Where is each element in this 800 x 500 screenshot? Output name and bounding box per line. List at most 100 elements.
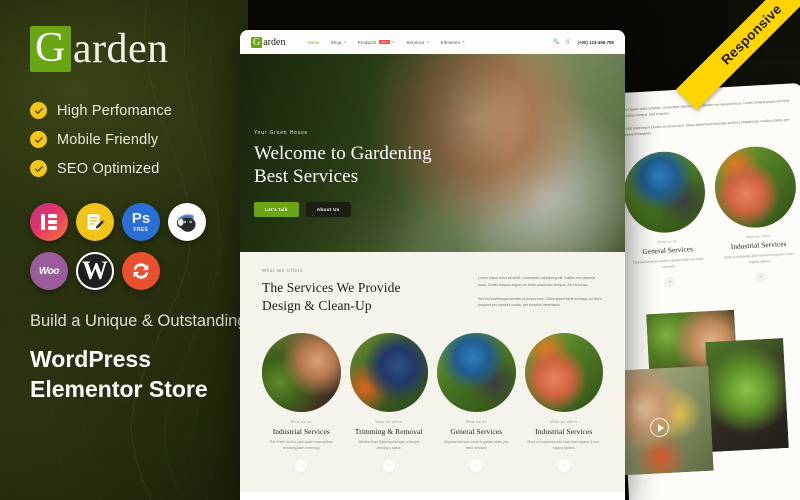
preview-stage: Garden High Perfomance Mobile Friendly S… <box>0 0 800 500</box>
chevron-down-icon: ▼ <box>426 39 430 44</box>
site-logo-initial: G <box>251 36 263 48</box>
check-icon <box>30 102 47 119</box>
cart-icon[interactable]: 🛒 <box>565 39 571 45</box>
promo-logo-rest: arden <box>72 26 169 72</box>
service-title: Industrial Services <box>272 426 330 436</box>
feature-label: Mobile Friendly <box>57 131 159 148</box>
nav-label: Products <box>357 39 377 45</box>
contact-phone[interactable]: (+00) 123-456-789 <box>577 40 614 45</box>
arrow-right-icon[interactable]: → <box>470 459 483 472</box>
promo-tagline: Build a Unique & Outstanding WordPress E… <box>30 310 248 404</box>
service-description: Disposal services come in garden when yo… <box>633 256 704 269</box>
wordpress-label: W <box>82 256 108 285</box>
service-card[interactable]: What we do Industrial Services The Green… <box>262 333 341 472</box>
services-eyebrow: What We Offers <box>262 268 303 273</box>
photoshop-badge: Ps FREE <box>122 203 160 241</box>
nav-item-elements[interactable]: Elements ▼ <box>441 40 466 45</box>
services-title: The Services We Provide Design & Clean-U… <box>262 279 452 315</box>
feature-label: SEO Optimized <box>57 160 160 177</box>
service-card[interactable]: What we do General Services Disposal ser… <box>621 149 710 290</box>
feature-item: High Perfomance <box>30 102 248 119</box>
service-eyebrow: What we offers <box>550 419 578 424</box>
service-title: Industrial Services <box>535 426 593 436</box>
arrow-right-icon[interactable]: → <box>295 459 308 472</box>
hero-section: Your Green House Welcome to Gardening Be… <box>240 54 625 252</box>
elementor-badge <box>30 203 68 241</box>
lower-section <box>240 491 625 500</box>
service-eyebrow: What we do <box>290 419 312 424</box>
service-eyebrow: What we do <box>465 419 487 424</box>
service-description: Whether from lightning damage, or simply… <box>358 439 420 450</box>
service-thumbnail <box>524 333 603 412</box>
photoshop-free-label: FREE <box>133 227 149 233</box>
service-card[interactable]: What we do General Services Disposal ser… <box>437 333 516 472</box>
site-nav-actions: 🔍 🛒 (+00) 123-456-789 <box>553 39 614 45</box>
main-page-preview[interactable]: Garden Home Shop ▼ Products HOT ▼ Servic… <box>240 30 625 500</box>
lets-talk-button[interactable]: Let's talk <box>254 201 299 217</box>
services-paragraph: Lorem ipsum dolor sit amet, consectetur … <box>478 276 596 287</box>
about-us-button[interactable]: About Us <box>305 201 351 217</box>
service-card-grid: What we do Industrial Services The Green… <box>262 333 603 472</box>
photoshop-label: Ps <box>131 210 151 227</box>
service-card[interactable]: What we offers Trimming & Removal Whethe… <box>349 333 428 472</box>
service-card[interactable]: What we offers Industrial Services Most … <box>524 333 603 472</box>
plugin-badges-row-1: Ps FREE <box>30 203 248 241</box>
nav-label: Elements <box>440 39 461 45</box>
mailchimp-badge <box>168 203 206 241</box>
feature-item: SEO Optimized <box>30 160 248 177</box>
chevron-down-icon: ▼ <box>392 39 396 44</box>
site-nav-menu: Home Shop ▼ Products HOT ▼ Services ▼ El… <box>307 40 465 45</box>
services-paragraph: Sed est scelerisque lobortis at cursus e… <box>478 296 602 308</box>
feature-list: High Perfomance Mobile Friendly SEO Opti… <box>30 102 248 177</box>
service-card[interactable]: What we offers Industrial Services Most … <box>712 144 800 285</box>
service-title: Industrial Services <box>730 240 787 252</box>
service-description: Most of companies also have both organic… <box>527 439 600 450</box>
check-icon <box>30 131 47 148</box>
arrow-right-icon[interactable]: → <box>754 271 767 284</box>
site-logo-rest: arden <box>263 36 286 48</box>
service-eyebrow: What we offers <box>375 419 403 424</box>
chevron-down-icon: ▼ <box>343 39 347 44</box>
service-title: General Services <box>642 245 694 257</box>
wordpress-badge: W <box>76 252 114 290</box>
back-page-service-cards: What we do General Services Disposal ser… <box>609 134 800 291</box>
service-title: Trimming & Removal <box>354 426 423 436</box>
woocommerce-badge: Woo <box>30 252 68 290</box>
hero-title: Welcome to Gardening Best Services <box>254 143 432 189</box>
promo-logo-initial: G <box>30 26 71 72</box>
hot-badge: HOT <box>379 40 391 44</box>
feature-item: Mobile Friendly <box>30 131 248 148</box>
service-description: Disposal services come in garden when yo… <box>444 439 509 450</box>
arrow-right-icon[interactable]: → <box>557 459 570 472</box>
updates-badge <box>122 252 160 290</box>
feature-label: High Perfomance <box>57 102 173 119</box>
nav-item-products[interactable]: Products HOT ▼ <box>358 40 396 45</box>
services-title-line-2: Design & Clean-Up <box>262 297 372 313</box>
service-thumbnail <box>621 149 708 236</box>
nav-item-shop[interactable]: Shop ▼ <box>331 40 347 45</box>
notes-badge <box>76 203 114 241</box>
promo-logo: Garden <box>30 26 248 72</box>
nav-label: Services <box>406 39 425 45</box>
arrow-right-icon[interactable]: → <box>663 276 676 289</box>
services-section: What We Offers The Services We Provide D… <box>240 252 625 492</box>
check-icon <box>30 160 47 177</box>
search-icon[interactable]: 🔍 <box>553 39 559 45</box>
refresh-icon <box>133 263 149 279</box>
service-thumbnail <box>712 144 799 231</box>
hero-title-line-2: Best Services <box>254 165 359 187</box>
hero-eyebrow: Your Green House <box>254 130 309 136</box>
service-title: General Services <box>450 426 503 436</box>
nav-item-home[interactable]: Home <box>307 40 319 45</box>
services-intro-text: Lorem ipsum dolor sit amet, consectetur … <box>478 268 603 316</box>
service-description: Most of companies also have both organic… <box>724 251 795 264</box>
woocommerce-label: Woo <box>38 265 60 277</box>
service-thumbnail <box>349 333 428 412</box>
services-title-line-1: The Services We Provide <box>262 280 401 295</box>
site-logo[interactable]: Garden <box>251 36 286 48</box>
promo-panel: Garden High Perfomance Mobile Friendly S… <box>0 0 248 500</box>
nav-item-services[interactable]: Services ▼ <box>406 40 429 45</box>
service-thumbnail <box>437 333 516 412</box>
arrow-right-icon[interactable]: → <box>382 459 395 472</box>
hero-buttons: Let's talk About Us <box>254 201 432 217</box>
